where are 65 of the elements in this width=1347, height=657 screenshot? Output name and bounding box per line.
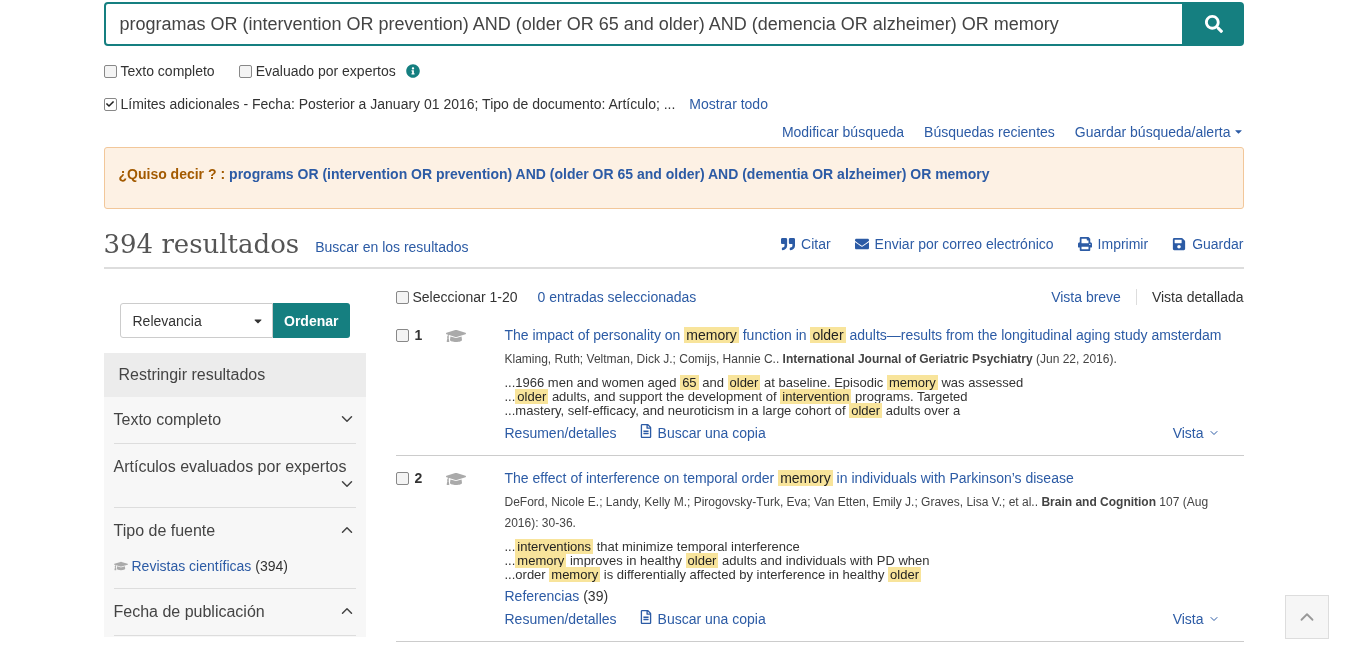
search-link[interactable]: Modificar búsqueda — [781, 124, 905, 140]
search-within-link[interactable]: Buscar en los resultados — [315, 239, 469, 255]
select-label: Seleccionar 1-20 — [412, 289, 518, 305]
search-field[interactable]: programas OR (intervention OR prevention) AND (older OR 65 and older) AND (demencia OR alzheimer) OR memory — [103, 2, 1184, 46]
details-link[interactable]: Resumen/detalles — [504, 424, 617, 441]
selected-count-link[interactable]: 0 entradas seleccionadas — [537, 289, 697, 305]
find-copy-link[interactable]: Buscar una copia — [638, 424, 766, 441]
view-tab[interactable]: Vista detallada — [1135, 289, 1244, 305]
citation: DeFord, Nicole E.; Landy, Kelly M.; Pirogovsky-Turk, Eva; Van Etten, Emily J.; Graves, Lisa V.; et al.. Brain and Cognition 107 (Aug 2016): 30-36. — [504, 494, 1210, 532]
snippet-line: ...order memory is differentially affected by interference in healthy older — [504, 568, 923, 582]
printer-icon — [1077, 237, 1092, 251]
sort-button[interactable]: Ordenar — [273, 303, 350, 338]
checkbox[interactable] — [395, 329, 409, 342]
view-dropdown[interactable]: Vista — [1172, 424, 1220, 441]
action-link[interactable]: Guardar — [1172, 236, 1244, 252]
document-icon — [638, 424, 653, 438]
snippet-line: ...1966 men and women aged 65 and older at baseline. Episodic memory was assessed — [504, 376, 1025, 390]
search-icon — [1204, 15, 1223, 33]
references-count: (39) — [583, 588, 609, 604]
refine-header: Restringir resultados — [103, 353, 366, 397]
result-title-link[interactable]: The effect of interference on temporal order memory in individuals with Parkinson’s disease — [504, 468, 1244, 488]
limits-label: Límites adicionales - Fecha: Posterior a January 01 2016; Tipo de documento: Artículo; ... — [120, 96, 676, 112]
suggestion-prompt: ¿Quiso decir ? : — [118, 166, 226, 182]
result-number: 2 — [414, 470, 423, 486]
info-icon[interactable] — [405, 64, 420, 78]
option-label: Texto completo — [120, 63, 215, 79]
action-link[interactable]: Citar — [781, 236, 831, 252]
facet-title[interactable]: Fecha de publicación — [113, 603, 265, 621]
view-tab[interactable]: Vista breve — [1036, 289, 1136, 305]
option-label: Evaluado por expertos — [255, 63, 396, 79]
citation: Klaming, Ruth; Veltman, Dick J.; Comijs, Hannie C.. International Journal of Geriatric Psychiatry (Jun 22, 2016). — [504, 351, 1118, 368]
show-all-link[interactable]: Mostrar todo — [689, 96, 768, 112]
document-icon — [638, 610, 653, 624]
checkbox[interactable] — [395, 290, 409, 304]
search-link[interactable]: Guardar búsqueda/alerta — [1074, 124, 1244, 140]
graduation-cap-icon — [113, 559, 128, 573]
checkbox[interactable] — [103, 97, 117, 111]
snippet-line: ...mastery, self-efficacy, and neuroticism in a large cohort of older adults over a — [504, 404, 961, 418]
checkbox[interactable] — [238, 64, 252, 78]
checkbox[interactable] — [103, 64, 117, 78]
action-link[interactable]: Enviar por correo electrónico — [854, 236, 1054, 252]
facet-title[interactable]: Texto completo — [113, 411, 222, 429]
snippet-line: ...memory improves in healthy older adults and individuals with PD when — [504, 554, 931, 568]
find-copy-link[interactable]: Buscar una copia — [638, 610, 766, 627]
facet-title[interactable]: Artículos evaluados por expertos — [113, 458, 347, 476]
view-dropdown[interactable]: Vista — [1172, 610, 1220, 627]
facet-count: (394) — [255, 558, 288, 574]
search-button[interactable] — [1183, 2, 1244, 46]
checkbox[interactable] — [395, 472, 409, 485]
snippet-line: ...older adults, and support the development of intervention programs. Targeted — [504, 390, 969, 404]
result-title-link[interactable]: The impact of personality on memory function in older adults—results from the longitudinal aging study amsterdam — [504, 325, 1244, 345]
checkmark-icon — [106, 100, 114, 108]
facet-link[interactable]: Revistas científicas — [131, 558, 252, 574]
quote-icon — [781, 237, 796, 251]
snippet-line: ...interventions that minimize temporal interference — [504, 540, 801, 554]
result-number: 1 — [414, 327, 423, 343]
suggested-query-link[interactable]: programs OR (intervention OR prevention) AND (older OR 65 and older) AND (dementia OR alzheimer) OR memory — [229, 166, 990, 182]
search-link[interactable]: Búsquedas recientes — [924, 124, 1055, 140]
references-link[interactable]: Referencias — [504, 588, 580, 604]
sort-select[interactable]: Relevancia — [119, 303, 274, 338]
facet-title[interactable]: Tipo de fuente — [113, 522, 216, 540]
action-link[interactable]: Imprimir — [1077, 236, 1149, 252]
details-link[interactable]: Resumen/detalles — [504, 610, 617, 627]
envelope-icon — [854, 237, 869, 251]
results-count: 394 resultados — [103, 229, 300, 259]
